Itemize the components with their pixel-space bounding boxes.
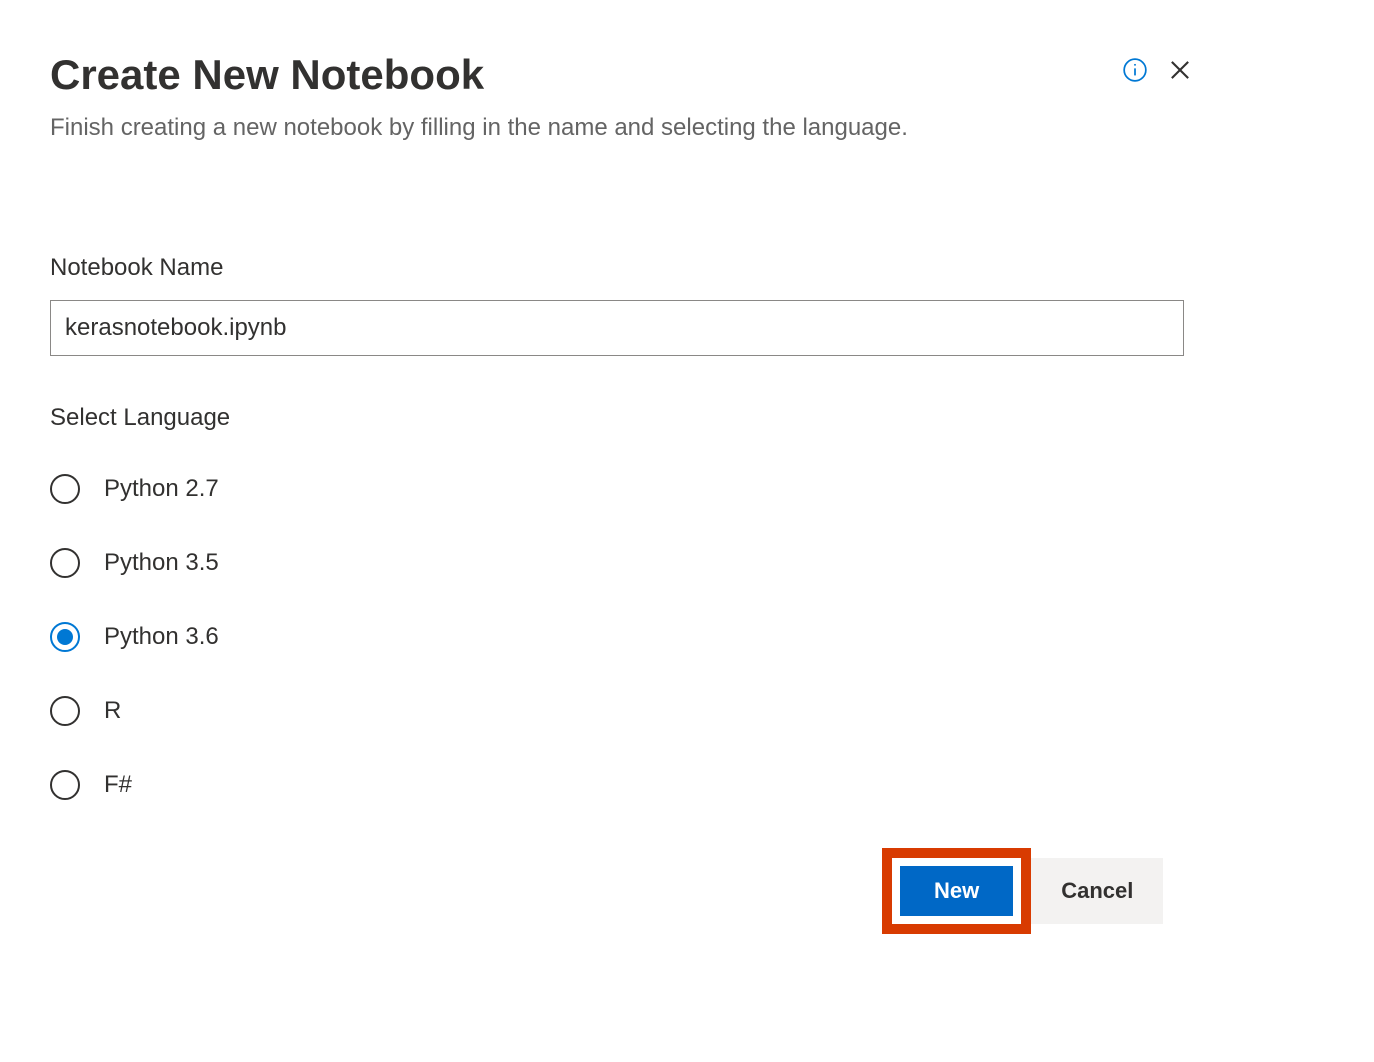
new-button[interactable]: New [900,866,1013,916]
notebook-name-section: Notebook Name [50,254,1324,356]
cancel-button[interactable]: Cancel [1031,858,1163,924]
language-option-label: Python 3.5 [104,549,219,577]
highlight-box: New [882,848,1031,934]
dialog-header-icons [1122,56,1194,84]
language-option-python27[interactable]: Python 2.7 [50,474,1324,504]
dialog-subtitle: Finish creating a new notebook by fillin… [50,114,1324,142]
radio-icon [50,622,80,652]
radio-icon [50,548,80,578]
select-language-section: Select Language Python 2.7 Python 3.5 Py… [50,404,1324,800]
dialog-button-row: New Cancel [882,848,1324,934]
language-option-label: Python 3.6 [104,623,219,651]
notebook-name-label: Notebook Name [50,254,1324,282]
create-notebook-dialog: Create New Notebook Finish creating a ne… [50,50,1324,934]
info-icon[interactable] [1122,57,1148,83]
language-option-label: R [104,697,121,725]
radio-icon [50,770,80,800]
language-option-python36[interactable]: Python 3.6 [50,622,1324,652]
radio-dot-icon [57,629,73,645]
language-option-label: F# [104,771,132,799]
language-option-r[interactable]: R [50,696,1324,726]
radio-icon [50,474,80,504]
radio-icon [50,696,80,726]
select-language-label: Select Language [50,404,1324,432]
language-option-fsharp[interactable]: F# [50,770,1324,800]
language-radio-group: Python 2.7 Python 3.5 Python 3.6 R F# [50,474,1324,800]
notebook-name-input[interactable] [50,300,1184,356]
language-option-label: Python 2.7 [104,475,219,503]
language-option-python35[interactable]: Python 3.5 [50,548,1324,578]
close-icon[interactable] [1166,56,1194,84]
